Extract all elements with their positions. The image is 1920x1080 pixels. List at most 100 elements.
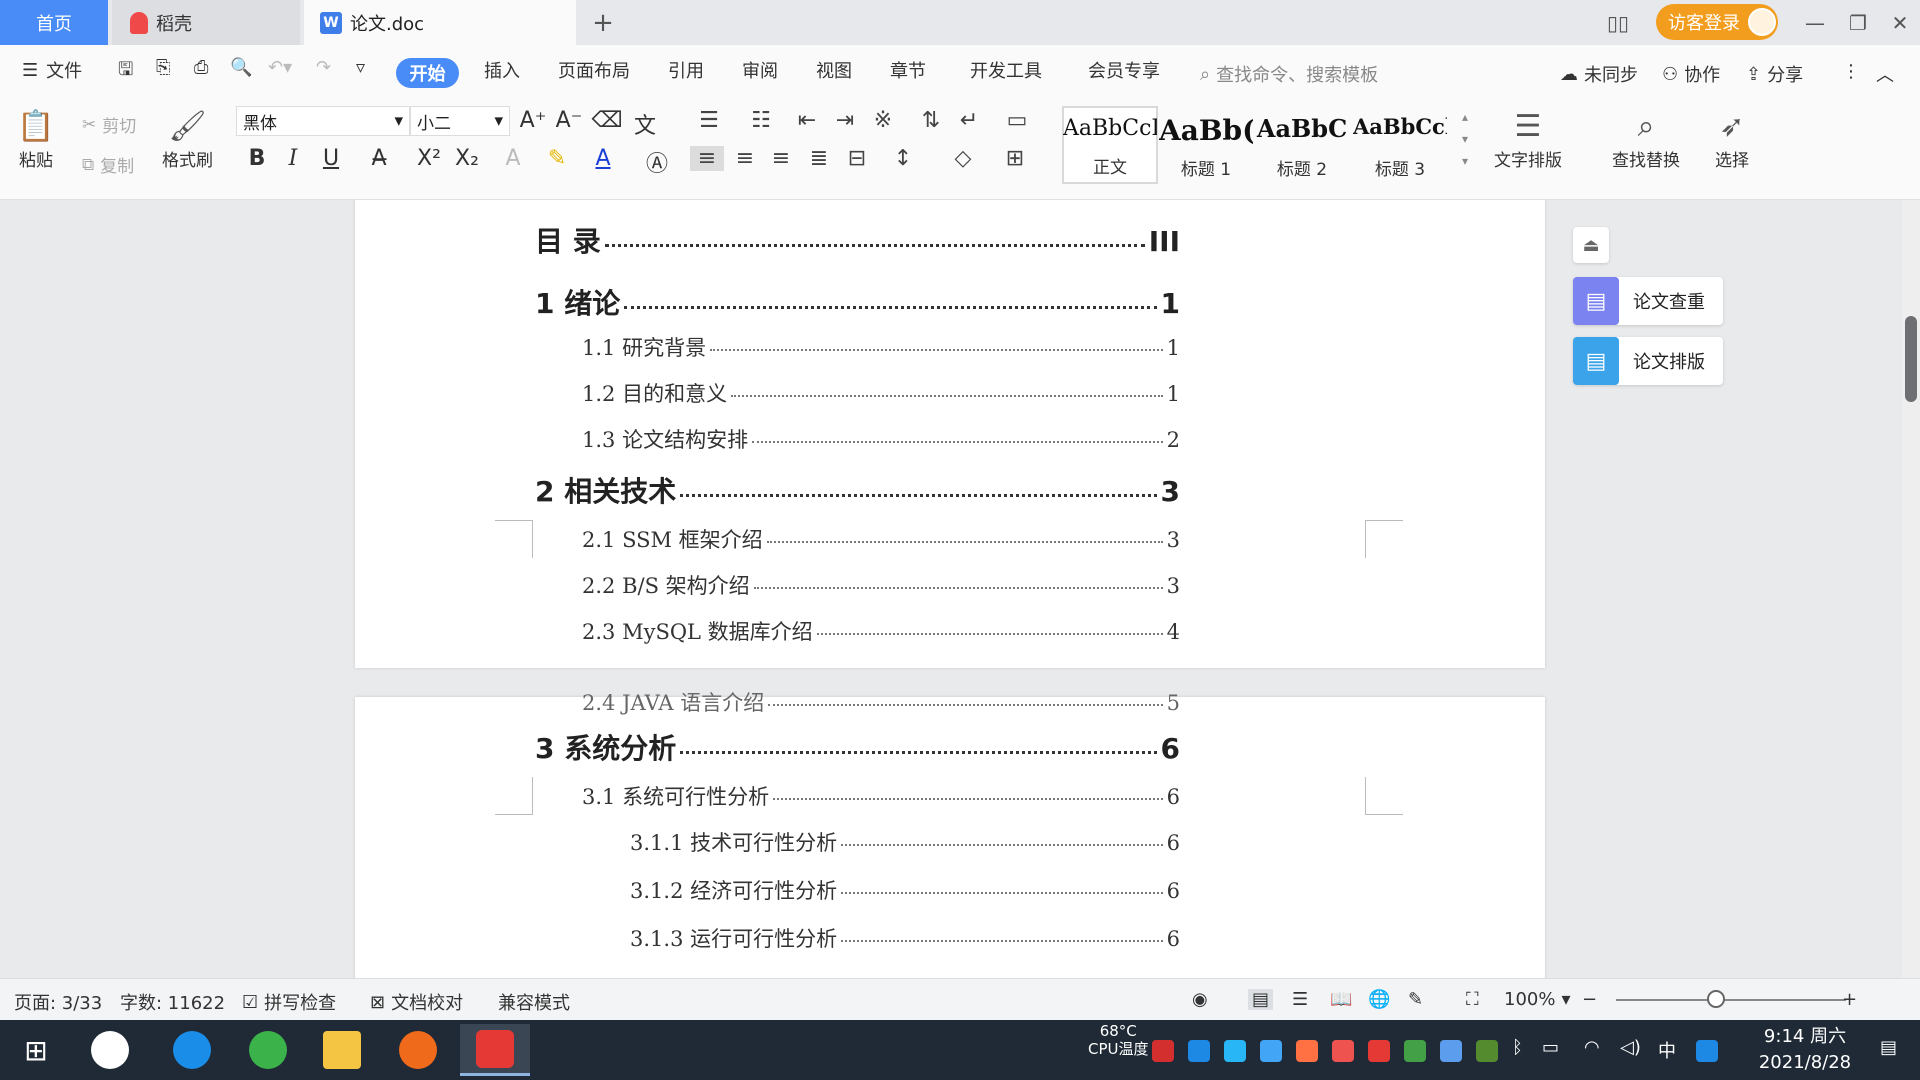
system-clock[interactable]: 9:14 周六 2021/8/28 [1740, 1024, 1870, 1076]
bluetooth-icon[interactable]: ᛒ [1512, 1037, 1523, 1058]
tab-member[interactable]: 会员专享 [1088, 57, 1160, 83]
collapse-ribbon-icon[interactable]: ︿ [1876, 61, 1894, 87]
tray-icon[interactable] [1404, 1040, 1426, 1062]
taskbar-app[interactable] [238, 1024, 298, 1076]
customize-icon[interactable]: ▿ [356, 57, 365, 78]
save-icon[interactable]: 🖫 [118, 57, 133, 87]
paste-button[interactable]: 📋 粘贴 [16, 106, 56, 172]
tab-view[interactable]: 视图 [816, 57, 852, 83]
page-indicator[interactable]: 页面: 3/33 [14, 989, 102, 1015]
minimize-button[interactable]: — [1793, 0, 1837, 45]
file-menu[interactable]: ☰ 文件 [22, 57, 82, 83]
tab-docer[interactable]: 稻壳 [112, 0, 300, 45]
outline-view-icon[interactable]: ☰ [1292, 989, 1308, 1010]
zoom-out-button[interactable]: − [1582, 989, 1597, 1010]
tab-start[interactable]: 开始 [396, 58, 459, 88]
style-heading-1[interactable]: AaBb( 标题 1 [1158, 106, 1254, 184]
tab-home[interactable]: 首页 [0, 0, 108, 45]
tab-document[interactable]: W 论文.doc [304, 0, 576, 45]
taskbar-app[interactable] [80, 1024, 140, 1076]
toc-entry[interactable]: 1.1 研究背景 1 [582, 332, 1180, 362]
font-name-select[interactable]: 黑体 ▾ [236, 106, 410, 136]
ruler-icon[interactable]: ▭ [1000, 108, 1034, 133]
toc-entry[interactable]: 3 系统分析 6 [535, 727, 1180, 767]
tray-icon[interactable] [1332, 1040, 1354, 1062]
new-tab-button[interactable]: + [583, 0, 623, 45]
pen-icon[interactable]: ✎ [1408, 989, 1423, 1010]
toc-entry[interactable]: 1.2 目的和意义 1 [582, 378, 1180, 408]
share-button[interactable]: ⇪ 分享 [1746, 61, 1803, 87]
document-workspace[interactable]: 目 录 III 1 绪论 1 1.1 研究背景 1 1.2 目的和意义 1 1.3 论文… [0, 200, 1920, 978]
style-heading-3[interactable]: AaBbCcl 标题 3 [1352, 106, 1448, 184]
text-layout-button[interactable]: ☰ 文字排版 [1494, 106, 1562, 172]
font-size-select[interactable]: 小二 ▾ [410, 106, 510, 136]
tray-icon[interactable] [1224, 1040, 1246, 1062]
align-center-icon[interactable]: ≡ [728, 146, 762, 171]
wifi-icon[interactable]: ◠ [1584, 1037, 1600, 1058]
output-icon[interactable]: ⎘ [156, 57, 170, 78]
shrink-font-icon[interactable]: A⁻ [552, 108, 586, 133]
subscript-icon[interactable]: X₂ [450, 146, 484, 171]
font-color-icon[interactable]: A [586, 146, 620, 171]
tray-icon[interactable] [1296, 1040, 1318, 1062]
scrollbar-thumb[interactable] [1905, 316, 1917, 402]
toc-entry[interactable]: 目 录 III [535, 220, 1180, 260]
superscript-icon[interactable]: X² [412, 146, 446, 171]
chinese-layout-icon[interactable]: ※ [866, 108, 900, 133]
borders-icon[interactable]: ⊞ [998, 146, 1032, 171]
increase-indent-icon[interactable]: ⇥ [828, 108, 862, 133]
numbering-icon[interactable]: ☷ [744, 108, 778, 133]
style-normal[interactable]: AaBbCcI 正文 [1062, 106, 1158, 184]
zoom-slider[interactable] [1616, 999, 1846, 1001]
style-heading-2[interactable]: AaBbC 标题 2 [1254, 106, 1350, 184]
toc-entry[interactable]: 3.1.2 经济可行性分析 6 [630, 875, 1180, 905]
text-effect-icon[interactable]: A [496, 146, 530, 171]
tab-review[interactable]: 审阅 [742, 57, 778, 83]
italic-icon[interactable]: I [276, 146, 310, 171]
toc-entry[interactable]: 3.1.3 运行可行性分析 6 [630, 923, 1180, 953]
web-view-icon[interactable]: 🌐 [1368, 989, 1390, 1010]
redo-icon[interactable]: ↷ [316, 57, 331, 78]
sort-icon[interactable]: ⇅ [914, 108, 948, 133]
qq-icon[interactable] [1696, 1040, 1718, 1062]
phonetic-icon[interactable]: 文 [628, 108, 662, 140]
proofread-button[interactable]: ⊠ 文档校对 [370, 989, 463, 1015]
zoom-in-button[interactable]: + [1842, 989, 1857, 1010]
toc-entry[interactable]: 2.2 B/S 架构介绍 3 [582, 570, 1180, 600]
page-view-icon[interactable]: ▤ [1248, 989, 1274, 1010]
sync-button[interactable]: ☁ 未同步 [1560, 61, 1638, 87]
nvidia-icon[interactable] [1476, 1040, 1498, 1062]
notification-icon[interactable]: ▤ [1880, 1037, 1897, 1058]
spell-check-button[interactable]: ☑ 拼写检查 [242, 989, 336, 1015]
fit-page-icon[interactable]: ⛶ [1466, 989, 1479, 1010]
tray-icon[interactable] [1188, 1040, 1210, 1062]
underline-icon[interactable]: U [314, 146, 348, 171]
toc-entry[interactable]: 2.4 JAVA 语言介绍 5 [582, 687, 1180, 717]
highlight-icon[interactable]: ✎ [540, 146, 574, 171]
cut-button[interactable]: ✂ 剪切 [82, 112, 136, 138]
select-button[interactable]: ➶ 选择 [1712, 106, 1752, 172]
toc-entry[interactable]: 2.1 SSM 框架介绍 3 [582, 524, 1180, 554]
word-count[interactable]: 字数: 11622 [120, 989, 225, 1015]
document-page[interactable]: 2.4 JAVA 语言介绍 5 3 系统分析 6 3.1 系统可行性分析 6 3.1.… [355, 691, 1545, 978]
tab-page-layout[interactable]: 页面布局 [558, 57, 630, 83]
strikethrough-icon[interactable]: A̶ [362, 146, 396, 171]
document-page[interactable]: 目 录 III 1 绪论 1 1.1 研究背景 1 1.2 目的和意义 1 1.3 论文… [355, 200, 1545, 668]
tray-icon[interactable] [1152, 1040, 1174, 1062]
tab-insert[interactable]: 插入 [484, 57, 520, 83]
read-mode-icon[interactable]: 📖 [1330, 989, 1352, 1010]
taskbar-app[interactable] [312, 1024, 372, 1076]
zoom-slider-handle[interactable] [1707, 990, 1725, 1008]
undo-icon[interactable]: ↶▾ [268, 57, 292, 78]
taskbar-app[interactable] [162, 1024, 222, 1076]
toc-entry[interactable]: 1 绪论 1 [535, 282, 1180, 322]
toc-entry[interactable]: 3.1 系统可行性分析 6 [582, 781, 1180, 811]
paper-check-button[interactable]: ▤ 论文查重 [1573, 277, 1723, 325]
bold-icon[interactable]: B [240, 146, 274, 171]
tab-references[interactable]: 引用 [668, 57, 704, 83]
eye-protection-icon[interactable]: ◉ [1192, 989, 1208, 1010]
restore-button[interactable]: ❐ [1836, 0, 1880, 45]
align-left-icon[interactable]: ≡ [690, 146, 724, 171]
format-painter-button[interactable]: 🖌 格式刷 [162, 106, 213, 172]
toc-entry[interactable]: 3.1.1 技术可行性分析 6 [630, 827, 1180, 857]
